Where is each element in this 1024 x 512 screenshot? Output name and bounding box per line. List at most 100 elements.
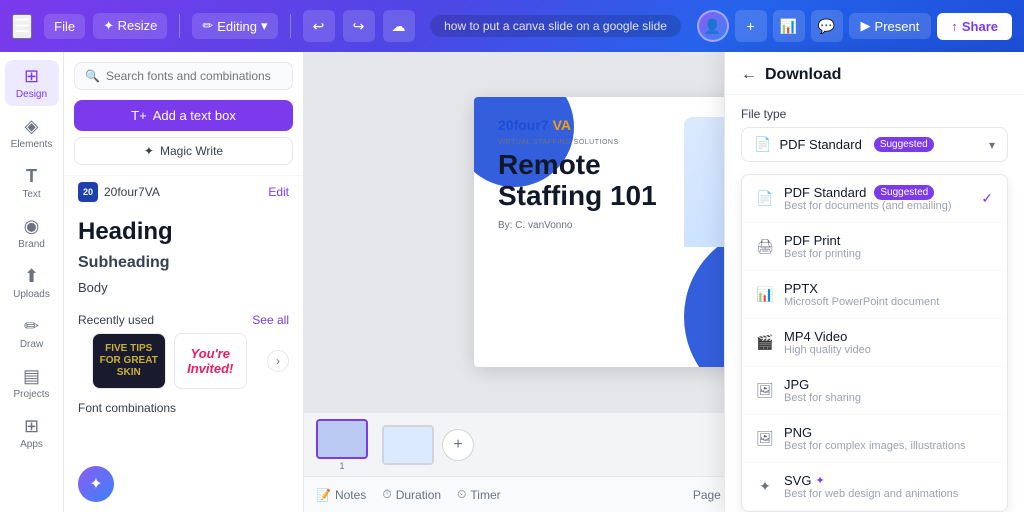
slide-title-line1: Remote	[498, 150, 681, 181]
add-button[interactable]: +	[735, 10, 767, 42]
scroll-right-arrow[interactable]: ›	[267, 350, 289, 372]
text-style-subheading[interactable]: Subheading	[78, 250, 289, 276]
font-thumbnails-row: FIVE TIPS FOR GREAT SKIN You're Invited!…	[64, 333, 303, 389]
thumb-label-1: 1	[339, 461, 344, 471]
chevron-down-icon: ▾	[989, 138, 995, 152]
dropdown-item-svg[interactable]: ✦ SVG ✦ Best for web design and animatio…	[742, 463, 1007, 511]
magic-icon: ✦	[144, 144, 154, 158]
di-desc: Best for complex images, illustrations	[784, 440, 966, 452]
edit-font-link[interactable]: Edit	[268, 185, 289, 199]
brand-icon: ◉	[24, 216, 40, 237]
avatar[interactable]: 👤	[697, 10, 729, 42]
file-button[interactable]: File	[44, 14, 85, 39]
comment-button[interactable]: 💬	[811, 10, 843, 42]
dropdown-item-jpg[interactable]: 🖼 JPG Best for sharing	[742, 367, 1007, 415]
sidebar-item-label: Text	[22, 189, 40, 200]
slide-thumbnail-2[interactable]	[382, 425, 434, 465]
di-left: 🎬 MP4 Video High quality video	[756, 329, 871, 356]
di-info: PDF Print Best for printing	[784, 233, 861, 260]
add-textbox-button[interactable]: T+ Add a text box	[74, 100, 293, 131]
see-all-link[interactable]: See all	[252, 313, 289, 327]
font-source-row: 20 20four7VA Edit	[64, 175, 303, 208]
font-thumbnail-2[interactable]: You're Invited!	[174, 333, 248, 389]
present-label: Present	[875, 19, 920, 34]
jpg-icon: 🖼	[756, 382, 774, 399]
present-button[interactable]: ▶ Present	[849, 13, 932, 39]
filetype-dropdown: 📄 PDF Standard Suggested Best for docume…	[741, 174, 1008, 512]
sidebar-item-design[interactable]: ⊞ Design	[5, 60, 59, 106]
edit-icon: ✏	[202, 18, 213, 34]
document-title: how to put a canva slide on a google sli…	[430, 15, 681, 37]
recently-used-header: Recently used See all	[64, 305, 303, 333]
sidebar-item-projects[interactable]: ▤ Projects	[5, 360, 59, 406]
font-combo-section: Font combinations	[64, 389, 303, 421]
di-info: SVG ✦ Best for web design and animations	[784, 473, 958, 500]
font-thumbnail-1[interactable]: FIVE TIPS FOR GREAT SKIN	[92, 333, 166, 389]
left-panel: 🔍 T+ Add a text box ✦ Magic Write 20 20f…	[64, 52, 304, 512]
chevron-down-icon: ▾	[261, 18, 268, 34]
notes-button[interactable]: 📝 Notes	[316, 488, 366, 502]
search-box[interactable]: 🔍	[74, 62, 293, 90]
recently-used-label: Recently used	[78, 313, 154, 327]
di-name: PDF Standard Suggested	[784, 185, 952, 200]
thumbnail-item-1: 1	[316, 419, 368, 471]
text-style-body[interactable]: Body	[78, 276, 289, 299]
sidebar-item-label: Elements	[11, 139, 53, 150]
dropdown-item-mp4[interactable]: 🎬 MP4 Video High quality video	[742, 319, 1007, 367]
add-slide-button[interactable]: +	[442, 429, 474, 461]
text-style-heading[interactable]: Heading	[78, 214, 289, 250]
analytics-button[interactable]: 📊	[773, 10, 805, 42]
filetype-section-label: File type	[741, 107, 1008, 121]
redo-button[interactable]: ↪	[343, 10, 375, 42]
resize-button[interactable]: ✦ Resize	[93, 13, 167, 39]
font-thumbnails: FIVE TIPS FOR GREAT SKIN You're Invited!	[78, 333, 261, 389]
di-desc: Best for web design and animations	[784, 488, 958, 500]
sidebar-item-apps[interactable]: ⊞ Apps	[5, 410, 59, 456]
dropdown-item-png[interactable]: 🖼 PNG Best for complex images, illustrat…	[742, 415, 1007, 463]
menu-button[interactable]: ☰	[12, 14, 32, 39]
topbar-right: 👤 + 📊 💬 ▶ Present ↑ Share	[697, 10, 1012, 42]
slide-thumbnail-1[interactable]	[316, 419, 368, 459]
di-info: PDF Standard Suggested Best for document…	[784, 185, 952, 212]
sidebar-item-elements[interactable]: ◈ Elements	[5, 110, 59, 156]
search-input[interactable]	[106, 69, 282, 83]
suggested-badge-item: Suggested	[874, 185, 934, 200]
download-panel: ← Download File type 📄 PDF Standard Sugg…	[724, 52, 1024, 512]
timer-icon: ⏲	[457, 487, 466, 502]
sidebar-item-draw[interactable]: ✏ Draw	[5, 310, 59, 356]
text-style-list: Heading Subheading Body	[64, 208, 303, 305]
slide-main-title: Remote Staffing 101	[498, 150, 681, 212]
editing-button[interactable]: ✏ Editing ▾	[192, 13, 277, 39]
sidebar-item-label: Uploads	[13, 289, 50, 300]
di-info: JPG Best for sharing	[784, 377, 861, 404]
di-desc: High quality video	[784, 344, 871, 356]
sidebar-item-label: Design	[16, 89, 47, 100]
magic-write-button[interactable]: ✦ Magic Write	[74, 137, 293, 165]
slide-title-line2: Staffing 101	[498, 181, 681, 212]
filetype-name: PDF Standard	[779, 137, 861, 152]
text-add-icon: T+	[131, 108, 147, 123]
dropdown-item-pdf-print[interactable]: 🖨 PDF Print Best for printing	[742, 223, 1007, 271]
filetype-select[interactable]: 📄 PDF Standard Suggested ▾	[741, 127, 1008, 162]
font-source-icon: 20	[78, 182, 98, 202]
back-button[interactable]: ←	[741, 66, 757, 84]
ai-assistant-button[interactable]: ✦	[78, 466, 114, 502]
dropdown-item-pptx[interactable]: 📊 PPTX Microsoft PowerPoint document	[742, 271, 1007, 319]
uploads-icon: ⬆	[24, 266, 39, 287]
di-left: 📊 PPTX Microsoft PowerPoint document	[756, 281, 939, 308]
timer-button[interactable]: ⏲ Timer	[457, 487, 501, 502]
font-thumb-1-text: FIVE TIPS FOR GREAT SKIN	[93, 339, 165, 383]
share-button[interactable]: ↑ Share	[937, 13, 1012, 40]
icon-nav: ⊞ Design ◈ Elements T Text ◉ Brand ⬆ Upl…	[0, 52, 64, 512]
sidebar-item-brand[interactable]: ◉ Brand	[5, 210, 59, 256]
duration-label: Duration	[396, 488, 441, 502]
undo-button[interactable]: ↩	[303, 10, 335, 42]
suggested-badge: Suggested	[874, 137, 934, 152]
dropdown-item-pdf-standard[interactable]: 📄 PDF Standard Suggested Best for docume…	[742, 175, 1007, 223]
sidebar-item-text[interactable]: T Text	[5, 160, 59, 206]
cloud-save-button[interactable]: ☁	[383, 10, 415, 42]
duration-icon: ⏱	[382, 487, 391, 502]
duration-button[interactable]: ⏱ Duration	[382, 487, 441, 502]
topbar-divider-2	[290, 14, 291, 38]
sidebar-item-uploads[interactable]: ⬆ Uploads	[5, 260, 59, 306]
